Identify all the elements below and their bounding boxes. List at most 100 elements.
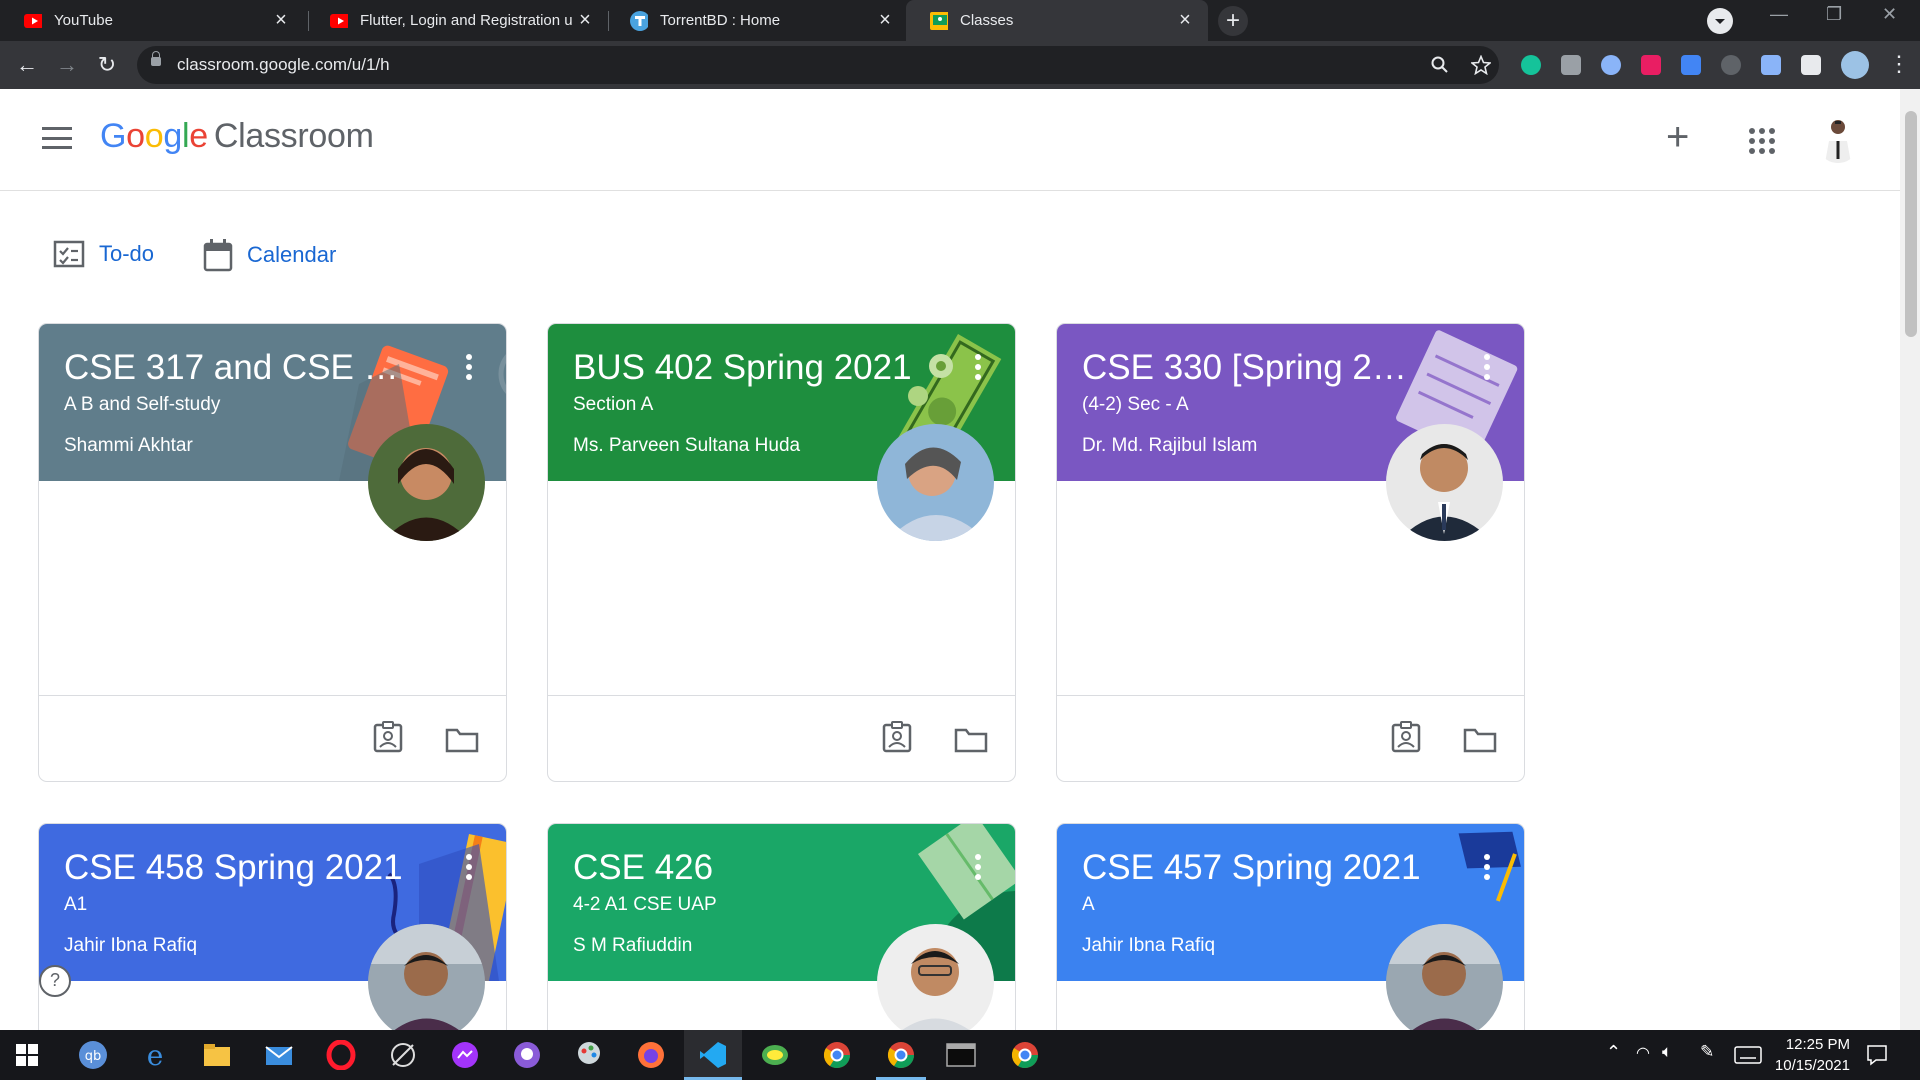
class-card[interactable]: CSE 457 Spring 2021 A Jahir Ibna Rafiq [1056, 823, 1525, 1030]
class-title[interactable]: BUS 402 Spring 2021 [573, 348, 913, 388]
class-section: (4-2) Sec - A [1082, 394, 1189, 415]
firefox-icon[interactable] [636, 1040, 666, 1070]
open-folder-icon[interactable] [954, 727, 988, 753]
tab-youtube[interactable]: YouTube × [0, 0, 304, 41]
mail-icon[interactable] [264, 1040, 294, 1070]
google-classroom-logo[interactable]: Google Classroom [100, 117, 374, 156]
classroom-icon [930, 11, 948, 30]
download-icon[interactable] [1681, 55, 1701, 75]
paint-icon[interactable] [574, 1040, 604, 1070]
class-title[interactable]: CSE 458 Spring 2021 [64, 848, 404, 888]
file-explorer-icon[interactable] [202, 1040, 232, 1070]
chevron-up-icon[interactable]: ⌃ [1606, 1042, 1621, 1063]
clock-date: 10/15/2021 [1774, 1057, 1850, 1074]
back-icon[interactable]: ← [13, 51, 41, 79]
tab-torrentbd[interactable]: TorrentBD : Home × [606, 0, 908, 41]
open-gradebook-icon[interactable] [1390, 721, 1422, 753]
opera-icon[interactable] [326, 1040, 356, 1070]
class-card[interactable]: BUS 402 Spring 2021 Section A Ms. Parvee… [547, 323, 1016, 782]
class-teacher: Ms. Parveen Sultana Huda [573, 435, 801, 456]
camera-icon[interactable] [1561, 55, 1581, 75]
bookmark-star-icon[interactable] [1471, 55, 1491, 75]
network-icon[interactable]: ◠ [1636, 1043, 1650, 1063]
app-icon[interactable] [760, 1040, 790, 1070]
open-gradebook-icon[interactable] [372, 721, 404, 753]
extension-icon[interactable] [1601, 55, 1621, 75]
class-card[interactable]: CSE 458 Spring 2021 A1 Jahir Ibna Rafiq [38, 823, 507, 1030]
class-card[interactable]: CSE 330 [Spring 2021] (4-2) Sec - A Dr. … [1056, 323, 1525, 782]
reload-icon[interactable]: ↻ [93, 51, 121, 79]
google-apps-icon[interactable] [1749, 128, 1775, 154]
chrome-icon[interactable] [1010, 1040, 1040, 1070]
scrollbar-thumb[interactable] [1905, 111, 1917, 337]
github-icon[interactable] [512, 1040, 542, 1070]
address-bar[interactable]: classroom.google.com/u/1/h [137, 46, 1499, 84]
more-options-icon[interactable] [466, 854, 472, 884]
quick-links: To-do Calendar [0, 230, 600, 280]
messenger-icon[interactable] [450, 1040, 480, 1070]
open-gradebook-icon[interactable] [881, 721, 913, 753]
system-clock[interactable]: 12:25 PM 10/15/2021 [1770, 1034, 1850, 1076]
edge-icon[interactable]: e [140, 1040, 170, 1070]
classroom-header: Google Classroom + [0, 89, 1900, 191]
extension-icon[interactable] [1721, 55, 1741, 75]
close-tab-icon[interactable]: × [268, 9, 294, 32]
notifications-icon[interactable] [1866, 1044, 1888, 1066]
play-extension-icon[interactable] [1641, 55, 1661, 75]
teacher-avatar [368, 424, 485, 541]
tab-classes[interactable]: Classes × [906, 0, 1208, 41]
new-tab-button[interactable]: + [1218, 6, 1248, 36]
profile-avatar[interactable] [1841, 51, 1869, 79]
main-menu-icon[interactable] [42, 127, 72, 149]
more-options-icon[interactable] [975, 354, 981, 384]
class-section: A B and Self-study [64, 394, 221, 415]
keyboard-icon[interactable] [1734, 1046, 1762, 1064]
app-icon[interactable] [388, 1040, 418, 1070]
tab-flutter[interactable]: Flutter, Login and Registration us × [306, 0, 608, 41]
account-avatar[interactable] [1815, 113, 1861, 163]
pen-input-icon[interactable]: ✎ [1700, 1042, 1714, 1062]
svg-text:e: e [147, 1040, 164, 1070]
class-card[interactable]: CSE 317 and CSE 331(… A B and Self-study… [38, 323, 507, 782]
close-tab-icon[interactable]: × [872, 9, 898, 32]
more-options-icon[interactable] [1484, 354, 1490, 384]
zoom-icon[interactable] [1431, 56, 1449, 74]
windows-start-icon[interactable] [16, 1044, 38, 1066]
class-title[interactable]: CSE 457 Spring 2021 [1082, 848, 1422, 888]
volume-icon[interactable]: 🔈︎ [1662, 1042, 1672, 1062]
add-class-icon[interactable]: + [1666, 117, 1689, 157]
page-scrollbar[interactable] [1900, 89, 1920, 1030]
qbittorrent-icon[interactable]: qb [78, 1040, 108, 1070]
calendar-link[interactable]: Calendar [203, 238, 336, 272]
todo-link[interactable]: To-do [53, 238, 154, 270]
restore-icon[interactable]: ❐ [1826, 4, 1842, 25]
close-tab-icon[interactable]: × [572, 9, 598, 32]
pen-icon[interactable] [1761, 55, 1781, 75]
puzzle-icon[interactable] [1801, 55, 1821, 75]
class-section: 4-2 A1 CSE UAP [573, 894, 717, 915]
menu-kebab-icon[interactable]: ⋮ [1888, 51, 1910, 77]
grammarly-icon[interactable] [1521, 55, 1541, 75]
close-tab-icon[interactable]: × [1172, 9, 1198, 32]
class-title[interactable]: CSE 317 and CSE 331(… [64, 348, 404, 388]
class-title[interactable]: CSE 426 [573, 848, 913, 888]
tab-search-icon[interactable] [1707, 8, 1733, 34]
vscode-taskbar-active[interactable] [684, 1030, 742, 1080]
close-window-icon[interactable]: ✕ [1882, 4, 1897, 25]
chrome-icon[interactable] [822, 1040, 852, 1070]
more-options-icon[interactable] [1484, 854, 1490, 884]
forward-icon[interactable]: → [53, 51, 81, 79]
class-title[interactable]: CSE 330 [Spring 2021] [1082, 348, 1422, 388]
teacher-avatar [1386, 424, 1503, 541]
more-options-icon[interactable] [466, 354, 472, 384]
open-folder-icon[interactable] [1463, 727, 1497, 753]
chrome-icon[interactable] [886, 1040, 916, 1070]
more-options-icon[interactable] [975, 854, 981, 884]
todo-icon [53, 240, 85, 268]
terminal-icon[interactable] [946, 1040, 976, 1070]
minimize-icon[interactable]: — [1770, 4, 1788, 25]
open-folder-icon[interactable] [445, 727, 479, 753]
teacher-avatar [368, 924, 485, 1030]
class-card[interactable]: CSE 426 4-2 A1 CSE UAP S M Rafiuddin [547, 823, 1016, 1030]
help-icon[interactable]: ? [39, 965, 71, 997]
